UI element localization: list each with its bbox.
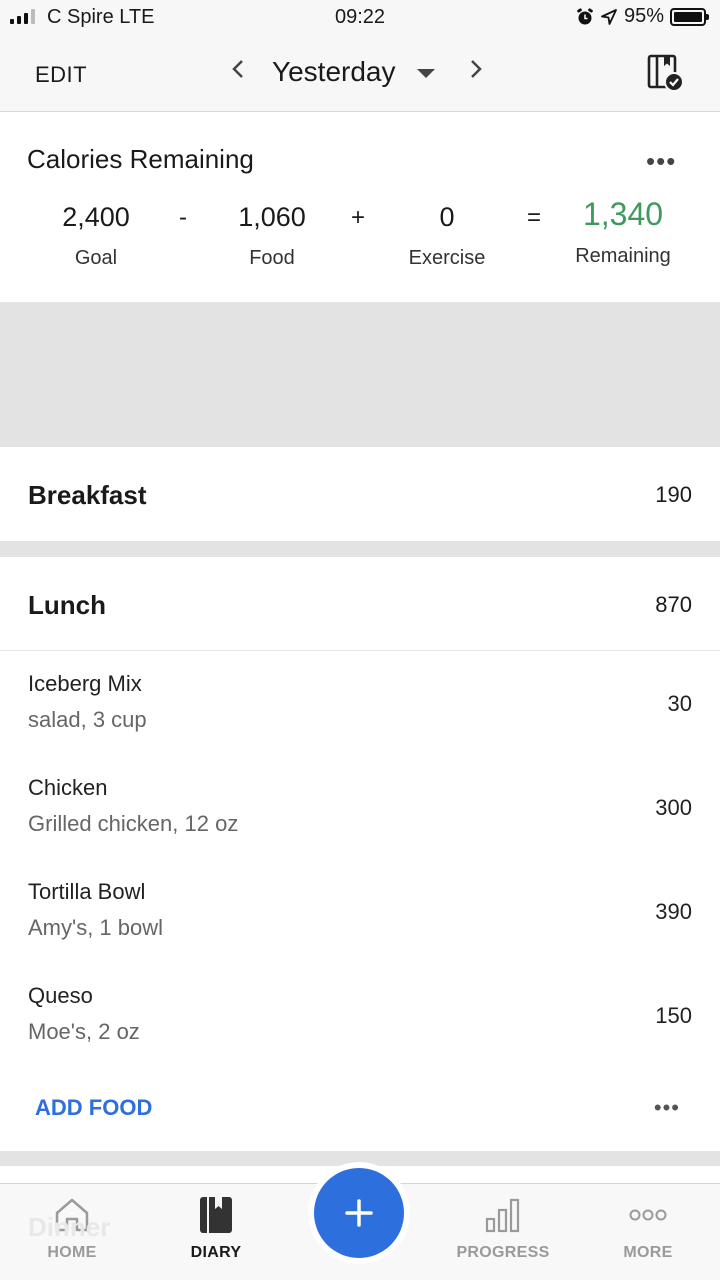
meal-more-options-icon[interactable]: ••• xyxy=(654,1095,680,1121)
food-description: Grilled chicken, 12 oz xyxy=(28,811,239,836)
tab-label: HOME xyxy=(47,1244,97,1261)
remaining-value: 1,340 xyxy=(582,196,664,232)
food-calories: 300 xyxy=(655,795,692,820)
chevron-left-icon xyxy=(232,60,243,78)
tab-label: MORE xyxy=(623,1244,673,1261)
lunch-footer: ADD FOOD ••• xyxy=(0,1067,720,1151)
food-calories: 390 xyxy=(655,899,692,924)
add-button[interactable] xyxy=(314,1168,404,1258)
food-entry[interactable]: Tortilla Bowl Amy's, 1 bowl 390 xyxy=(0,859,720,963)
meal-header-breakfast[interactable]: Breakfast 190 xyxy=(0,447,720,541)
food-entry[interactable]: Chicken Grilled chicken, 12 oz 300 xyxy=(0,755,720,859)
more-dots-icon xyxy=(629,1209,667,1221)
date-selector[interactable]: Yesterday xyxy=(272,56,396,88)
food-name: Chicken xyxy=(28,775,108,800)
exercise-stat: 0 Exercise xyxy=(397,202,497,270)
goal-value: 2,400 xyxy=(62,202,130,232)
food-calories: 30 xyxy=(667,691,692,716)
food-entry[interactable]: Iceberg Mix salad, 3 cup 30 xyxy=(0,651,720,755)
goal-stat: 2,400 Goal xyxy=(46,202,146,270)
tab-label: DIARY xyxy=(190,1244,242,1261)
alarm-icon xyxy=(577,7,593,24)
tab-more[interactable]: MORE xyxy=(578,1184,718,1280)
meal-header-lunch[interactable]: Lunch 870 xyxy=(0,557,720,651)
remaining-label: Remaining xyxy=(575,245,671,267)
location-icon xyxy=(601,8,617,25)
meal-name-dinner: Dinner xyxy=(28,1212,111,1242)
calories-remaining-card[interactable]: Calories Remaining ••• 2,400 Goal - 1,06… xyxy=(0,112,720,302)
goal-label: Goal xyxy=(74,247,118,269)
chevron-right-icon xyxy=(471,60,482,78)
food-stat: 1,060 Food xyxy=(222,202,322,270)
meal-calories: 870 xyxy=(655,592,692,617)
food-label: Food xyxy=(249,247,295,269)
diary-icon xyxy=(200,1197,232,1233)
plus-icon xyxy=(345,1199,373,1227)
progress-chart-icon xyxy=(485,1198,520,1233)
equals-sign: = xyxy=(527,204,542,231)
food-description: Moe's, 2 oz xyxy=(28,1019,140,1044)
tab-diary[interactable]: DIARY xyxy=(146,1184,286,1280)
meal-name: Breakfast xyxy=(28,480,147,510)
meal-name: Lunch xyxy=(28,590,106,620)
exercise-value: 0 xyxy=(439,202,455,232)
tab-label: PROGRESS xyxy=(456,1244,550,1261)
minus-sign: - xyxy=(179,204,187,231)
food-entry[interactable]: Queso Moe's, 2 oz 150 xyxy=(0,963,720,1067)
chevron-down-icon[interactable] xyxy=(417,69,435,78)
diary-header: EDIT Yesterday xyxy=(0,34,720,112)
more-options-icon[interactable]: ••• xyxy=(646,148,676,174)
food-name: Queso xyxy=(28,983,93,1008)
battery-percent: 95% xyxy=(623,5,664,27)
remaining-stat: 1,340 Remaining xyxy=(563,196,683,268)
food-calories: 150 xyxy=(655,1003,692,1028)
next-day-button[interactable] xyxy=(468,56,484,88)
complete-diary-icon[interactable] xyxy=(646,53,686,93)
food-description: Amy's, 1 bowl xyxy=(28,915,164,940)
edit-button[interactable]: EDIT xyxy=(35,62,87,88)
status-bar: C Spire LTE 09:22 95% xyxy=(0,0,720,34)
previous-day-button[interactable] xyxy=(230,56,246,88)
food-name: Iceberg Mix xyxy=(28,671,142,696)
meal-calories: 190 xyxy=(655,482,692,507)
food-description: salad, 3 cup xyxy=(28,707,147,732)
plus-sign: + xyxy=(351,204,366,231)
add-food-button[interactable]: ADD FOOD xyxy=(35,1095,152,1121)
food-name: Tortilla Bowl xyxy=(28,879,146,904)
food-value: 1,060 xyxy=(238,202,306,232)
exercise-label: Exercise xyxy=(408,247,486,269)
calories-remaining-title: Calories Remaining xyxy=(27,144,254,174)
battery-icon xyxy=(670,7,709,26)
tab-progress[interactable]: PROGRESS xyxy=(433,1184,573,1280)
